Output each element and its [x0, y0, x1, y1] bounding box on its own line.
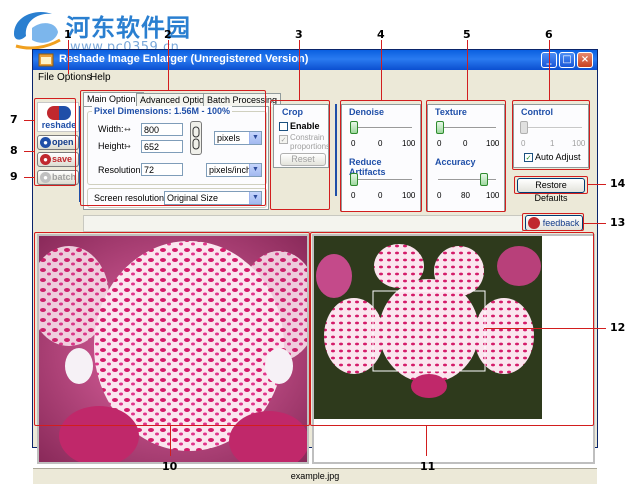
callout-box-right-image — [310, 232, 594, 426]
title-bar[interactable]: Reshade Image Enlarger (Unregistered Ver… — [33, 50, 597, 70]
callout-box-feedback — [522, 213, 584, 231]
callout-line-12 — [484, 328, 606, 329]
callout-box-restore — [514, 176, 588, 194]
callout-7: 7 — [10, 113, 18, 126]
callout-2: 2 — [164, 28, 172, 41]
callout-6: 6 — [545, 28, 553, 41]
menu-bar: File Options Help — [33, 70, 597, 86]
callout-box-control — [512, 100, 590, 170]
callout-box-texture — [426, 100, 506, 212]
filter-bracket — [335, 104, 338, 196]
callout-line-10 — [170, 426, 171, 456]
callout-14: 14 — [610, 177, 626, 190]
callout-line-14 — [588, 184, 606, 185]
callout-line-4 — [381, 40, 382, 100]
callout-8: 8 — [10, 144, 18, 157]
menu-options[interactable]: Options — [57, 72, 91, 83]
callout-line-8 — [24, 151, 34, 152]
maximize-button[interactable]: □ — [559, 52, 575, 68]
close-button[interactable]: × — [577, 52, 593, 68]
window-title: Reshade Image Enlarger (Unregistered Ver… — [59, 53, 309, 65]
info-strip — [83, 215, 523, 232]
callout-line-7 — [24, 120, 34, 121]
callout-10: 10 — [162, 460, 178, 473]
watermark-title: 河东软件园 — [66, 14, 191, 42]
callout-line-9 — [24, 177, 34, 178]
callout-9: 9 — [10, 170, 18, 183]
callout-5: 5 — [463, 28, 471, 41]
app-icon — [38, 53, 54, 67]
callout-11: 11 — [420, 460, 436, 473]
callout-box-sidebar — [34, 98, 76, 186]
callout-box-left-image — [34, 232, 310, 426]
menu-help[interactable]: Help — [90, 72, 111, 83]
callout-line-13 — [584, 223, 606, 224]
callout-line-5 — [467, 40, 468, 100]
status-filename: example.jpg — [290, 471, 340, 481]
watermark-logo-icon — [14, 12, 61, 50]
callout-line-6 — [549, 40, 550, 100]
menu-file[interactable]: File — [38, 72, 54, 83]
callout-3: 3 — [295, 28, 303, 41]
callout-12: 12 — [610, 321, 626, 334]
callout-box-denoise — [340, 100, 422, 212]
callout-box-options — [80, 90, 266, 206]
callout-line-3 — [299, 40, 300, 100]
callout-1: 1 — [64, 28, 72, 41]
callout-4: 4 — [377, 28, 385, 41]
callout-13: 13 — [610, 216, 626, 229]
callout-line-11 — [426, 426, 427, 456]
callout-line-2 — [168, 40, 169, 90]
callout-line-1 — [68, 40, 69, 74]
status-bar: example.jpg — [33, 468, 597, 484]
callout-box-crop — [270, 100, 330, 210]
